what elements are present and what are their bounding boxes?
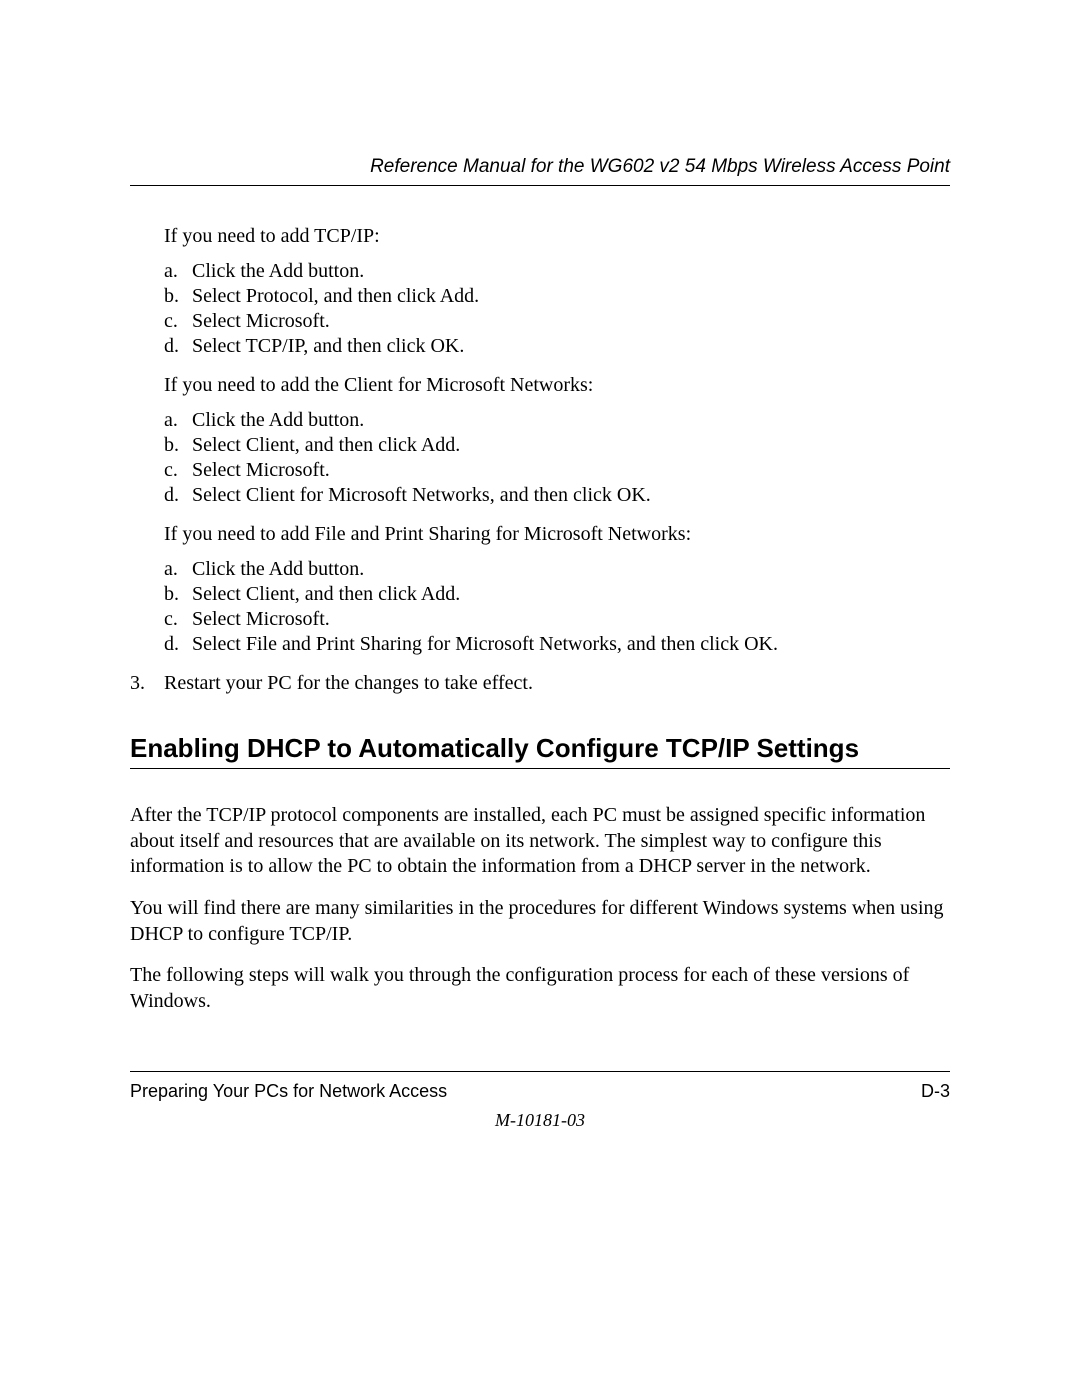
list-marker: a. [164, 408, 192, 433]
list-text: Select Client, and then click Add. [192, 582, 460, 607]
tcpip-steps: a.Click the Add button. b.Select Protoco… [164, 259, 950, 359]
list-item: a.Click the Add button. [164, 557, 950, 582]
header-title: Reference Manual for the WG602 v2 54 Mbp… [370, 156, 950, 177]
list-text: Restart your PC for the changes to take … [164, 671, 533, 696]
fps-steps: a.Click the Add button. b.Select Client,… [164, 557, 950, 657]
client-steps: a.Click the Add button. b.Select Client,… [164, 408, 950, 508]
list-item: c.Select Microsoft. [164, 309, 950, 334]
footer-section: Preparing Your PCs for Network Access [130, 1080, 447, 1103]
list-marker: d. [164, 483, 192, 508]
list-item: b.Select Protocol, and then click Add. [164, 284, 950, 309]
list-item: d.Select File and Print Sharing for Micr… [164, 632, 950, 657]
page-footer: Preparing Your PCs for Network Access D-… [130, 1071, 950, 1103]
list-marker: c. [164, 458, 192, 483]
footer-docnum: M-10181-03 [0, 1109, 1080, 1132]
list-marker: c. [164, 607, 192, 632]
list-item: b.Select Client, and then click Add. [164, 582, 950, 607]
body-paragraph: After the TCP/IP protocol components are… [130, 803, 950, 880]
list-marker: b. [164, 284, 192, 309]
list-text: Select Protocol, and then click Add. [192, 284, 479, 309]
list-item: d.Select TCP/IP, and then click OK. [164, 334, 950, 359]
list-text: Click the Add button. [192, 259, 364, 284]
list-text: Click the Add button. [192, 408, 364, 433]
section-heading: Enabling DHCP to Automatically Configure… [130, 732, 950, 770]
list-marker: d. [164, 334, 192, 359]
list-text: Select Microsoft. [192, 309, 330, 334]
list-text: Click the Add button. [192, 557, 364, 582]
client-intro: If you need to add the Client for Micros… [164, 373, 950, 398]
list-marker: 3. [130, 671, 164, 696]
list-text: Select Client, and then click Add. [192, 433, 460, 458]
list-text: Select Client for Microsoft Networks, an… [192, 483, 651, 508]
body-paragraph: You will find there are many similaritie… [130, 896, 950, 947]
list-item: a.Click the Add button. [164, 259, 950, 284]
list-marker: c. [164, 309, 192, 334]
list-marker: a. [164, 259, 192, 284]
list-item: a.Click the Add button. [164, 408, 950, 433]
page: Reference Manual for the WG602 v2 54 Mbp… [0, 0, 1080, 1397]
list-text: Select File and Print Sharing for Micros… [192, 632, 778, 657]
body-paragraph: The following steps will walk you throug… [130, 963, 950, 1014]
fps-intro: If you need to add File and Print Sharin… [164, 522, 950, 547]
main-step-3: 3. Restart your PC for the changes to ta… [130, 671, 950, 696]
list-marker: b. [164, 433, 192, 458]
footer-page: D-3 [921, 1080, 950, 1103]
list-item: b.Select Client, and then click Add. [164, 433, 950, 458]
list-marker: a. [164, 557, 192, 582]
body-indent: If you need to add TCP/IP: a.Click the A… [164, 224, 950, 657]
list-text: Select Microsoft. [192, 458, 330, 483]
list-marker: b. [164, 582, 192, 607]
list-text: Select TCP/IP, and then click OK. [192, 334, 464, 359]
tcpip-intro: If you need to add TCP/IP: [164, 224, 950, 249]
list-item: c.Select Microsoft. [164, 607, 950, 632]
list-item: c.Select Microsoft. [164, 458, 950, 483]
list-item: d.Select Client for Microsoft Networks, … [164, 483, 950, 508]
list-text: Select Microsoft. [192, 607, 330, 632]
list-item: 3. Restart your PC for the changes to ta… [130, 671, 950, 696]
running-header: Reference Manual for the WG602 v2 54 Mbp… [130, 155, 950, 186]
list-marker: d. [164, 632, 192, 657]
